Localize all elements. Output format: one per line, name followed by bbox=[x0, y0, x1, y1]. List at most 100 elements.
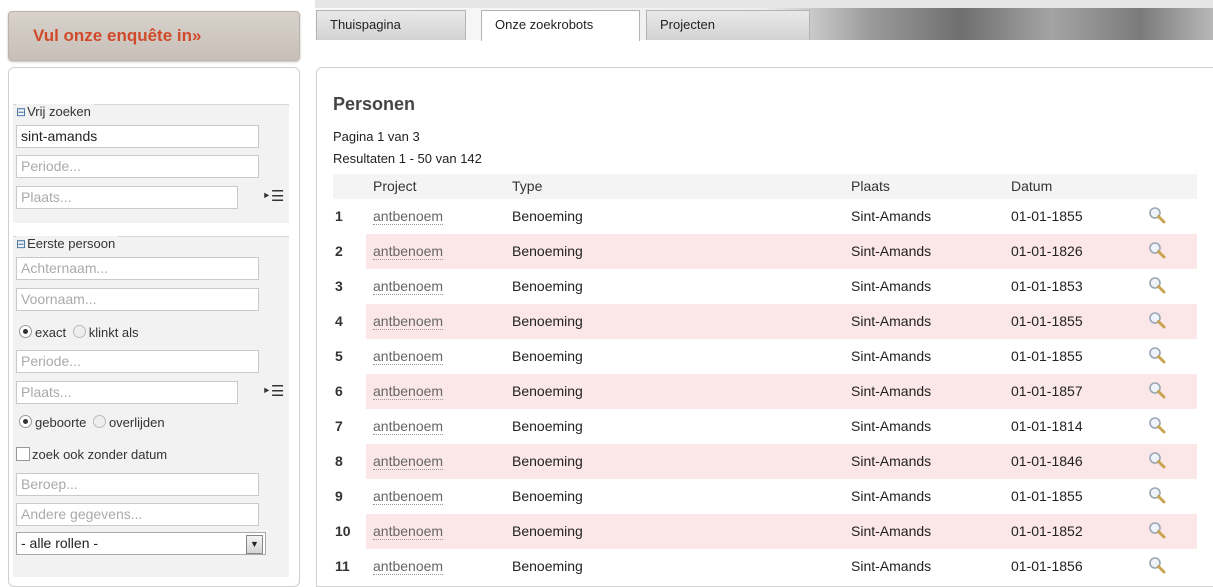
row-type: Benoeming bbox=[512, 453, 583, 469]
results-table-header: Project Type Plaats Datum bbox=[333, 174, 1197, 199]
survey-button[interactable]: Vul onze enquête in» bbox=[8, 11, 300, 61]
row-number: 2 bbox=[335, 243, 343, 259]
row-datum: 01-01-1855 bbox=[1011, 348, 1083, 364]
lastname-input[interactable]: Achternaam... bbox=[16, 257, 259, 280]
first-person-panel: ⊟Eerste persoon Achternaam... Voornaam..… bbox=[13, 236, 289, 577]
free-search-panel: ⊟Vrij zoeken sint-amands Periode... Plaa… bbox=[13, 104, 289, 223]
role-select[interactable]: - alle rollen - ▼ bbox=[16, 532, 266, 555]
col-project[interactable]: Project bbox=[373, 178, 417, 194]
col-type[interactable]: Type bbox=[512, 178, 542, 194]
project-link[interactable]: antbenoem bbox=[373, 523, 444, 540]
project-link[interactable]: antbenoem bbox=[373, 208, 444, 225]
row-number: 9 bbox=[335, 488, 343, 504]
magnifier-icon[interactable] bbox=[1147, 205, 1167, 228]
project-link[interactable]: antbenoem bbox=[373, 453, 444, 470]
project-link[interactable]: antbenoem bbox=[373, 383, 444, 400]
row-type: Benoeming bbox=[512, 383, 583, 399]
row-type: Benoeming bbox=[512, 488, 583, 504]
free-search-legend[interactable]: ⊟Vrij zoeken bbox=[16, 104, 94, 119]
row-datum: 01-01-1814 bbox=[1011, 418, 1083, 434]
row-datum: 01-01-1857 bbox=[1011, 383, 1083, 399]
row-type: Benoeming bbox=[512, 208, 583, 224]
project-link[interactable]: antbenoem bbox=[373, 243, 444, 260]
row-datum: 01-01-1855 bbox=[1011, 488, 1083, 504]
first-person-legend[interactable]: ⊟Eerste persoon bbox=[16, 236, 119, 251]
tab-thuispagina[interactable]: Thuispagina bbox=[316, 10, 466, 40]
list-picker-icon[interactable]: ‣☰ bbox=[262, 187, 284, 207]
row-datum: 01-01-1846 bbox=[1011, 453, 1083, 469]
search-input[interactable]: sint-amands bbox=[16, 125, 259, 148]
row-type: Benoeming bbox=[512, 278, 583, 294]
magnifier-icon[interactable] bbox=[1147, 240, 1167, 263]
table-row: 7 antbenoem Benoeming Sint-Amands 01-01-1814 bbox=[333, 409, 1197, 444]
collapse-icon[interactable]: ⊟ bbox=[16, 237, 26, 251]
table-row: 11 antbenoem Benoeming Sint-Amands 01-01-185… bbox=[333, 549, 1197, 584]
project-link[interactable]: antbenoem bbox=[373, 558, 444, 575]
row-plaats: Sint-Amands bbox=[851, 488, 932, 504]
page-title: Personen bbox=[333, 94, 416, 114]
tab-projecten[interactable]: Projecten bbox=[646, 10, 810, 40]
magnifier-icon[interactable] bbox=[1147, 450, 1167, 473]
row-type: Benoeming bbox=[512, 313, 583, 329]
row-number: 3 bbox=[335, 278, 343, 294]
table-row: 10 antbenoem Benoeming Sint-Amands 01-01-185… bbox=[333, 514, 1197, 549]
row-plaats: Sint-Amands bbox=[851, 278, 932, 294]
magnifier-icon[interactable] bbox=[1147, 485, 1167, 508]
survey-label: Vul onze enquête in» bbox=[33, 26, 202, 45]
row-datum: 01-01-1853 bbox=[1011, 278, 1083, 294]
row-plaats: Sint-Amands bbox=[851, 243, 932, 259]
period-input[interactable]: Periode... bbox=[16, 155, 259, 178]
row-type: Benoeming bbox=[512, 348, 583, 364]
table-row: 1 antbenoem Benoeming Sint-Amands 01-01-1855 bbox=[333, 199, 1197, 234]
table-row: 9 antbenoem Benoeming Sint-Amands 01-01-1855 bbox=[333, 479, 1197, 514]
exact-radio[interactable] bbox=[19, 325, 32, 338]
magnifier-icon[interactable] bbox=[1147, 275, 1167, 298]
match-radio-group: exact klinkt als bbox=[19, 325, 139, 340]
magnifier-icon[interactable] bbox=[1147, 520, 1167, 543]
magnifier-icon[interactable] bbox=[1147, 555, 1167, 578]
row-plaats: Sint-Amands bbox=[851, 453, 932, 469]
row-type: Benoeming bbox=[512, 523, 583, 539]
list-picker-icon[interactable]: ‣☰ bbox=[262, 382, 284, 402]
birth-radio[interactable] bbox=[19, 415, 32, 428]
project-link[interactable]: antbenoem bbox=[373, 278, 444, 295]
row-plaats: Sint-Amands bbox=[851, 383, 932, 399]
project-link[interactable]: antbenoem bbox=[373, 348, 444, 365]
no-date-checkbox[interactable] bbox=[16, 447, 30, 461]
col-plaats[interactable]: Plaats bbox=[851, 178, 890, 194]
person-period-input[interactable]: Periode... bbox=[16, 350, 259, 373]
occupation-input[interactable]: Beroep... bbox=[16, 473, 259, 496]
chevron-down-icon[interactable]: ▼ bbox=[246, 535, 263, 554]
table-row: 8 antbenoem Benoeming Sint-Amands 01-01-1846 bbox=[333, 444, 1197, 479]
magnifier-icon[interactable] bbox=[1147, 415, 1167, 438]
person-place-input[interactable]: Plaats... bbox=[16, 381, 238, 404]
page-info: Pagina 1 van 3 bbox=[333, 129, 420, 144]
row-plaats: Sint-Amands bbox=[851, 523, 932, 539]
other-data-input[interactable]: Andere gegevens... bbox=[16, 503, 259, 526]
row-datum: 01-01-1826 bbox=[1011, 243, 1083, 259]
magnifier-icon[interactable] bbox=[1147, 345, 1167, 368]
row-datum: 01-01-1852 bbox=[1011, 523, 1083, 539]
magnifier-icon[interactable] bbox=[1147, 380, 1167, 403]
project-link[interactable]: antbenoem bbox=[373, 418, 444, 435]
magnifier-icon[interactable] bbox=[1147, 310, 1167, 333]
table-row: 3 antbenoem Benoeming Sint-Amands 01-01-1853 bbox=[333, 269, 1197, 304]
project-link[interactable]: antbenoem bbox=[373, 488, 444, 505]
death-radio[interactable] bbox=[92, 415, 106, 428]
row-number: 6 bbox=[335, 383, 343, 399]
sounds-like-radio[interactable] bbox=[72, 325, 86, 338]
table-row: 2 antbenoem Benoeming Sint-Amands 01-01-1826 bbox=[333, 234, 1197, 269]
row-plaats: Sint-Amands bbox=[851, 313, 932, 329]
table-row: 4 antbenoem Benoeming Sint-Amands 01-01-1855 bbox=[333, 304, 1197, 339]
col-datum[interactable]: Datum bbox=[1011, 178, 1052, 194]
row-number: 7 bbox=[335, 418, 343, 434]
no-date-option: zoek ook zonder datum bbox=[16, 447, 167, 462]
collapse-icon[interactable]: ⊟ bbox=[16, 105, 26, 119]
row-plaats: Sint-Amands bbox=[851, 348, 932, 364]
firstname-input[interactable]: Voornaam... bbox=[16, 288, 259, 311]
table-row: 6 antbenoem Benoeming Sint-Amands 01-01-1857 bbox=[333, 374, 1197, 409]
tab-onze-zoekrobots[interactable]: Onze zoekrobots bbox=[481, 10, 640, 41]
project-link[interactable]: antbenoem bbox=[373, 313, 444, 330]
row-number: 10 bbox=[335, 523, 351, 539]
place-input[interactable]: Plaats... bbox=[16, 186, 238, 209]
